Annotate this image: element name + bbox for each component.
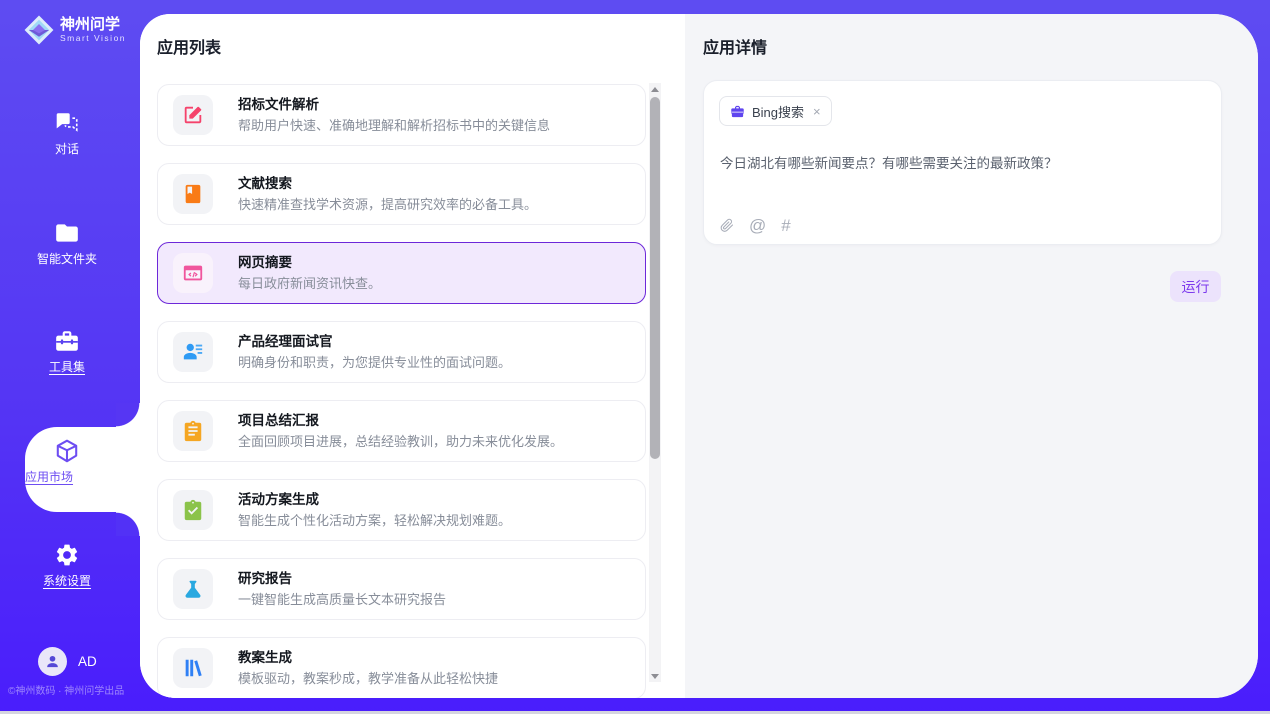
clipboard-check-icon [173, 490, 213, 530]
app-card-desc: 明确身份和职责，为您提供专业性的面试问题。 [238, 356, 511, 369]
sidebar-item-label: 工具集 [49, 360, 85, 374]
scrollbar-thumb[interactable] [650, 97, 660, 459]
research-icon [173, 569, 213, 609]
brand-tagline: Smart Vision [60, 33, 126, 43]
edit-square-icon [173, 95, 213, 135]
app-card-pm-interviewer[interactable]: 产品经理面试官 明确身份和职责，为您提供专业性的面试问题。 [157, 321, 646, 383]
app-card-desc: 每日政府新闻资讯快查。 [238, 277, 381, 290]
toolbox-icon [54, 328, 80, 354]
prompt-card: Bing搜索 × 今日湖北有哪些新闻要点？有哪些需要关注的最新政策？ @ # [703, 80, 1222, 245]
app-card-title: 产品经理面试官 [238, 335, 511, 349]
books-icon [173, 648, 213, 688]
book-icon [173, 174, 213, 214]
app-card-list: 招标文件解析 帮助用户快速、准确地理解和解析招标书中的关键信息 文献搜索 快速精… [157, 84, 646, 698]
app-card-title: 项目总结汇报 [238, 414, 563, 428]
app-card-desc: 快速精准查找学术资源，提高研究效率的必备工具。 [238, 198, 537, 211]
brand-name: 神州问学 [60, 17, 126, 34]
app-card-title: 研究报告 [238, 572, 446, 586]
tool-tag-label: Bing搜索 [752, 102, 804, 121]
app-card-desc: 帮助用户快速、准确地理解和解析招标书中的关键信息 [238, 119, 550, 132]
app-card-web-summary[interactable]: 网页摘要 每日政府新闻资讯快查。 [157, 242, 646, 304]
content-frame: 应用列表 招标文件解析 帮助用户快速、准确地理解和解析招标书中的关键信息 文献搜… [140, 14, 1258, 698]
app-card-title: 招标文件解析 [238, 98, 550, 112]
sidebar-item-chat[interactable]: 对话 [0, 110, 134, 158]
sidebar-item-label: 对话 [55, 142, 79, 156]
sidebar-item-app-market[interactable]: 应用市场 [25, 427, 140, 512]
app-detail-panel: 应用详情 Bing搜索 × 今日湖北有哪些新闻要点？有哪些需要关注的最新政策？ … [685, 14, 1258, 698]
app-card-desc: 全面回顾项目进展，总结经验教训，助力未来优化发展。 [238, 435, 563, 448]
paperclip-icon[interactable] [720, 217, 734, 234]
app-card-desc: 一键智能生成高质量长文本研究报告 [238, 593, 446, 606]
active-tab-fillet-bottom [116, 512, 140, 536]
app-card-desc: 智能生成个性化活动方案，轻松解决规划难题。 [238, 514, 511, 527]
active-tab-fillet-top [116, 403, 140, 427]
app-card-title: 网页摘要 [238, 256, 381, 270]
brand-logo-icon [22, 13, 56, 47]
avatar [38, 647, 67, 676]
interviewer-icon [173, 332, 213, 372]
folder-icon [54, 220, 80, 246]
app-card-research-report[interactable]: 研究报告 一键智能生成高质量长文本研究报告 [157, 558, 646, 620]
chat-icon [54, 110, 80, 136]
notepad-icon [173, 411, 213, 451]
sidebar-item-settings[interactable]: 系统设置 [0, 542, 134, 590]
briefcase-icon [730, 104, 745, 119]
app-card-title: 教案生成 [238, 651, 498, 665]
app-list-title: 应用列表 [157, 34, 221, 58]
app-list-scrollbar [649, 83, 661, 682]
user-icon [44, 653, 61, 670]
app-card-title: 文献搜索 [238, 177, 537, 191]
app-card-project-summary[interactable]: 项目总结汇报 全面回顾项目进展，总结经验教训，助力未来优化发展。 [157, 400, 646, 462]
scroll-down-icon[interactable] [649, 670, 661, 682]
app-card-bid-analysis[interactable]: 招标文件解析 帮助用户快速、准确地理解和解析招标书中的关键信息 [157, 84, 646, 146]
app-card-desc: 模板驱动，教案秒成，教学准备从此轻松快捷 [238, 672, 498, 685]
sidebar-footer: ©神州数码 · 神州问学出品 [8, 682, 138, 697]
brand: 神州问学 Smart Vision [22, 13, 126, 47]
at-icon[interactable]: @ [749, 217, 766, 234]
app-detail-title: 应用详情 [703, 34, 767, 58]
app-card-literature-search[interactable]: 文献搜索 快速精准查找学术资源，提高研究效率的必备工具。 [157, 163, 646, 225]
user-initials: AD [78, 654, 97, 669]
app-card-title: 活动方案生成 [238, 493, 511, 507]
app-card-event-plan[interactable]: 活动方案生成 智能生成个性化活动方案，轻松解决规划难题。 [157, 479, 646, 541]
close-icon[interactable]: × [813, 105, 821, 118]
scroll-up-icon[interactable] [649, 83, 661, 95]
browser-code-icon [173, 253, 213, 293]
user-account[interactable]: AD [38, 647, 97, 676]
sidebar-item-label: 应用市场 [25, 468, 109, 485]
sidebar-item-smart-folders[interactable]: 智能文件夹 [0, 220, 134, 268]
cube-icon [54, 438, 80, 464]
hash-icon[interactable]: # [781, 217, 790, 234]
query-text[interactable]: 今日湖北有哪些新闻要点？有哪些需要关注的最新政策？ [720, 152, 1205, 172]
gear-icon [54, 542, 80, 568]
attachment-toolbar: @ # [720, 217, 791, 234]
tool-tag-bing-search[interactable]: Bing搜索 × [719, 96, 832, 126]
sidebar: 神州问学 Smart Vision 对话 智能文件夹 工具集 应用市场 系统设置 [0, 0, 140, 714]
sidebar-item-toolset[interactable]: 工具集 [0, 328, 134, 376]
run-button[interactable]: 运行 [1170, 271, 1221, 302]
app-list-panel: 应用列表 招标文件解析 帮助用户快速、准确地理解和解析招标书中的关键信息 文献搜… [140, 14, 685, 698]
app-card-lesson-plan[interactable]: 教案生成 模板驱动，教案秒成，教学准备从此轻松快捷 [157, 637, 646, 698]
sidebar-item-label: 系统设置 [43, 574, 91, 588]
sidebar-item-label: 智能文件夹 [37, 252, 97, 266]
